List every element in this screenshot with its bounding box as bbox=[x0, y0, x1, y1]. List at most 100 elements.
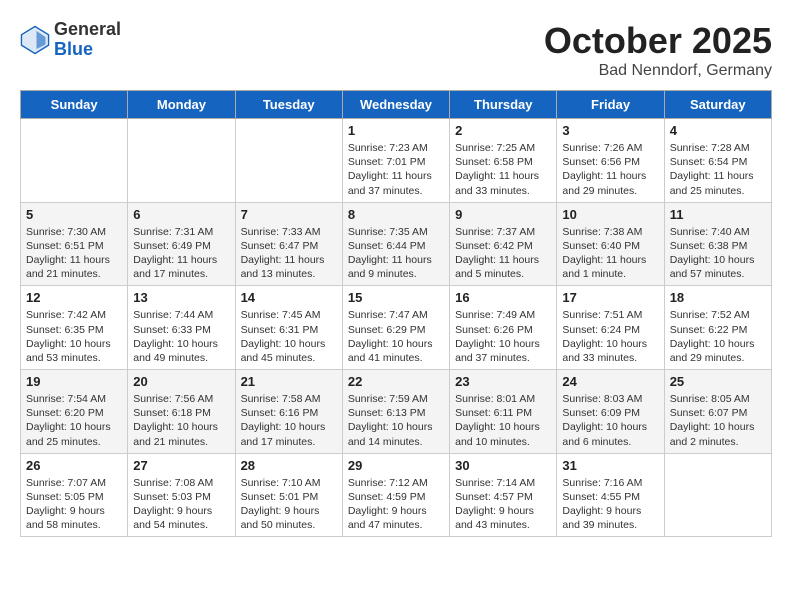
calendar-body: 1 Sunrise: 7:23 AM Sunset: 7:01 PM Daylig… bbox=[21, 119, 772, 537]
calendar-day-cell: 13 Sunrise: 7:44 AM Sunset: 6:33 PM Dayli… bbox=[128, 286, 235, 370]
day-info: Sunrise: 8:01 AM Sunset: 6:11 PM Dayligh… bbox=[455, 392, 551, 449]
day-number: 11 bbox=[670, 207, 766, 222]
calendar-day-cell: 20Sunrise: 7:56 AM Sunset: 6:18 PM Dayli… bbox=[128, 370, 235, 454]
day-of-week-header: Tuesday bbox=[235, 91, 342, 119]
calendar-day-cell: 4 Sunrise: 7:28 AM Sunset: 6:54 PM Daylig… bbox=[664, 119, 771, 203]
calendar-day-cell: 9 Sunrise: 7:37 AM Sunset: 6:42 PM Daylig… bbox=[450, 202, 557, 286]
calendar-day-cell: 8 Sunrise: 7:35 AM Sunset: 6:44 PM Daylig… bbox=[342, 202, 449, 286]
calendar-day-cell: 14 Sunrise: 7:45 AM Sunset: 6:31 PM Dayli… bbox=[235, 286, 342, 370]
calendar-week-row: 26 Sunrise: 7:07 AM Sunset: 5:05 PM Dayli… bbox=[21, 453, 772, 537]
header-row: SundayMondayTuesdayWednesdayThursdayFrid… bbox=[21, 91, 772, 119]
day-info: Sunrise: 7:35 AM Sunset: 6:44 PM Dayligh… bbox=[348, 225, 444, 282]
day-number: 14 bbox=[241, 290, 337, 305]
day-info: Sunrise: 7:23 AM Sunset: 7:01 PM Dayligh… bbox=[348, 141, 444, 198]
day-number: 7 bbox=[241, 207, 337, 222]
day-number: 13 bbox=[133, 290, 229, 305]
day-number: 24 bbox=[562, 374, 658, 389]
calendar-day-cell: 21 Sunrise: 7:58 AM Sunset: 6:16 PM Dayli… bbox=[235, 370, 342, 454]
day-info: Sunrise: 7:12 AM Sunset: 4:59 PM Dayligh… bbox=[348, 476, 444, 533]
calendar-day-cell: 23 Sunrise: 8:01 AM Sunset: 6:11 PM Dayli… bbox=[450, 370, 557, 454]
calendar-day-cell: 24 Sunrise: 8:03 AM Sunset: 6:09 PM Dayli… bbox=[557, 370, 664, 454]
day-number: 25 bbox=[670, 374, 766, 389]
calendar-day-cell: 16 Sunrise: 7:49 AM Sunset: 6:26 PM Dayli… bbox=[450, 286, 557, 370]
day-info: Sunrise: 7:49 AM Sunset: 6:26 PM Dayligh… bbox=[455, 308, 551, 365]
day-info: Sunrise: 7:16 AM Sunset: 4:55 PM Dayligh… bbox=[562, 476, 658, 533]
day-info: Sunrise: 7:59 AM Sunset: 6:13 PM Dayligh… bbox=[348, 392, 444, 449]
day-number: 20 bbox=[133, 374, 229, 389]
day-info: Sunrise: 7:37 AM Sunset: 6:42 PM Dayligh… bbox=[455, 225, 551, 282]
day-info: Sunrise: 8:05 AM Sunset: 6:07 PM Dayligh… bbox=[670, 392, 766, 449]
calendar-day-cell: 6Sunrise: 7:31 AM Sunset: 6:49 PM Daylig… bbox=[128, 202, 235, 286]
calendar-day-cell: 27 Sunrise: 7:08 AM Sunset: 5:03 PM Dayli… bbox=[128, 453, 235, 537]
page-header: General Blue October 2025 Bad Nenndorf, … bbox=[20, 20, 772, 80]
calendar-day-cell bbox=[235, 119, 342, 203]
day-info: Sunrise: 7:25 AM Sunset: 6:58 PM Dayligh… bbox=[455, 141, 551, 198]
month-title: October 2025 bbox=[544, 20, 772, 62]
day-number: 22 bbox=[348, 374, 444, 389]
logo: General Blue bbox=[20, 20, 121, 60]
day-number: 16 bbox=[455, 290, 551, 305]
day-number: 17 bbox=[562, 290, 658, 305]
day-info: Sunrise: 7:30 AM Sunset: 6:51 PM Dayligh… bbox=[26, 225, 122, 282]
day-info: Sunrise: 7:44 AM Sunset: 6:33 PM Dayligh… bbox=[133, 308, 229, 365]
day-info: Sunrise: 7:33 AM Sunset: 6:47 PM Dayligh… bbox=[241, 225, 337, 282]
day-number: 9 bbox=[455, 207, 551, 222]
calendar-week-row: 12Sunrise: 7:42 AM Sunset: 6:35 PM Dayli… bbox=[21, 286, 772, 370]
calendar-day-cell: 1 Sunrise: 7:23 AM Sunset: 7:01 PM Daylig… bbox=[342, 119, 449, 203]
day-info: Sunrise: 7:38 AM Sunset: 6:40 PM Dayligh… bbox=[562, 225, 658, 282]
day-number: 1 bbox=[348, 123, 444, 138]
day-info: Sunrise: 7:45 AM Sunset: 6:31 PM Dayligh… bbox=[241, 308, 337, 365]
day-number: 4 bbox=[670, 123, 766, 138]
calendar-day-cell: 19Sunrise: 7:54 AM Sunset: 6:20 PM Dayli… bbox=[21, 370, 128, 454]
day-of-week-header: Friday bbox=[557, 91, 664, 119]
day-number: 27 bbox=[133, 458, 229, 473]
day-info: Sunrise: 7:14 AM Sunset: 4:57 PM Dayligh… bbox=[455, 476, 551, 533]
calendar-day-cell: 26 Sunrise: 7:07 AM Sunset: 5:05 PM Dayli… bbox=[21, 453, 128, 537]
calendar-day-cell: 22 Sunrise: 7:59 AM Sunset: 6:13 PM Dayli… bbox=[342, 370, 449, 454]
day-info: Sunrise: 7:54 AM Sunset: 6:20 PM Dayligh… bbox=[26, 392, 122, 449]
day-of-week-header: Saturday bbox=[664, 91, 771, 119]
day-number: 23 bbox=[455, 374, 551, 389]
calendar-day-cell bbox=[664, 453, 771, 537]
calendar-day-cell bbox=[128, 119, 235, 203]
day-number: 26 bbox=[26, 458, 122, 473]
day-number: 21 bbox=[241, 374, 337, 389]
calendar-header: SundayMondayTuesdayWednesdayThursdayFrid… bbox=[21, 91, 772, 119]
day-of-week-header: Thursday bbox=[450, 91, 557, 119]
day-of-week-header: Wednesday bbox=[342, 91, 449, 119]
calendar-day-cell: 18 Sunrise: 7:52 AM Sunset: 6:22 PM Dayli… bbox=[664, 286, 771, 370]
day-info: Sunrise: 7:42 AM Sunset: 6:35 PM Dayligh… bbox=[26, 308, 122, 365]
calendar-day-cell: 30 Sunrise: 7:14 AM Sunset: 4:57 PM Dayli… bbox=[450, 453, 557, 537]
day-info: Sunrise: 7:26 AM Sunset: 6:56 PM Dayligh… bbox=[562, 141, 658, 198]
calendar-table: SundayMondayTuesdayWednesdayThursdayFrid… bbox=[20, 90, 772, 537]
day-info: Sunrise: 7:52 AM Sunset: 6:22 PM Dayligh… bbox=[670, 308, 766, 365]
day-number: 5 bbox=[26, 207, 122, 222]
day-number: 10 bbox=[562, 207, 658, 222]
logo-general-text: General bbox=[54, 20, 121, 40]
calendar-day-cell: 2Sunrise: 7:25 AM Sunset: 6:58 PM Daylig… bbox=[450, 119, 557, 203]
day-info: Sunrise: 7:28 AM Sunset: 6:54 PM Dayligh… bbox=[670, 141, 766, 198]
calendar-day-cell bbox=[21, 119, 128, 203]
calendar-day-cell: 7 Sunrise: 7:33 AM Sunset: 6:47 PM Daylig… bbox=[235, 202, 342, 286]
calendar-day-cell: 25 Sunrise: 8:05 AM Sunset: 6:07 PM Dayli… bbox=[664, 370, 771, 454]
day-of-week-header: Sunday bbox=[21, 91, 128, 119]
day-info: Sunrise: 7:07 AM Sunset: 5:05 PM Dayligh… bbox=[26, 476, 122, 533]
title-block: October 2025 Bad Nenndorf, Germany bbox=[544, 20, 772, 80]
day-number: 28 bbox=[241, 458, 337, 473]
day-number: 30 bbox=[455, 458, 551, 473]
day-info: Sunrise: 7:58 AM Sunset: 6:16 PM Dayligh… bbox=[241, 392, 337, 449]
calendar-day-cell: 15Sunrise: 7:47 AM Sunset: 6:29 PM Dayli… bbox=[342, 286, 449, 370]
logo-icon bbox=[20, 25, 50, 55]
day-number: 18 bbox=[670, 290, 766, 305]
day-info: Sunrise: 7:31 AM Sunset: 6:49 PM Dayligh… bbox=[133, 225, 229, 282]
day-info: Sunrise: 8:03 AM Sunset: 6:09 PM Dayligh… bbox=[562, 392, 658, 449]
calendar-week-row: 19Sunrise: 7:54 AM Sunset: 6:20 PM Dayli… bbox=[21, 370, 772, 454]
day-info: Sunrise: 7:08 AM Sunset: 5:03 PM Dayligh… bbox=[133, 476, 229, 533]
calendar-day-cell: 5 Sunrise: 7:30 AM Sunset: 6:51 PM Daylig… bbox=[21, 202, 128, 286]
day-of-week-header: Monday bbox=[128, 91, 235, 119]
day-info: Sunrise: 7:10 AM Sunset: 5:01 PM Dayligh… bbox=[241, 476, 337, 533]
calendar-day-cell: 17Sunrise: 7:51 AM Sunset: 6:24 PM Dayli… bbox=[557, 286, 664, 370]
calendar-day-cell: 11Sunrise: 7:40 AM Sunset: 6:38 PM Dayli… bbox=[664, 202, 771, 286]
calendar-day-cell: 10 Sunrise: 7:38 AM Sunset: 6:40 PM Dayli… bbox=[557, 202, 664, 286]
day-number: 8 bbox=[348, 207, 444, 222]
